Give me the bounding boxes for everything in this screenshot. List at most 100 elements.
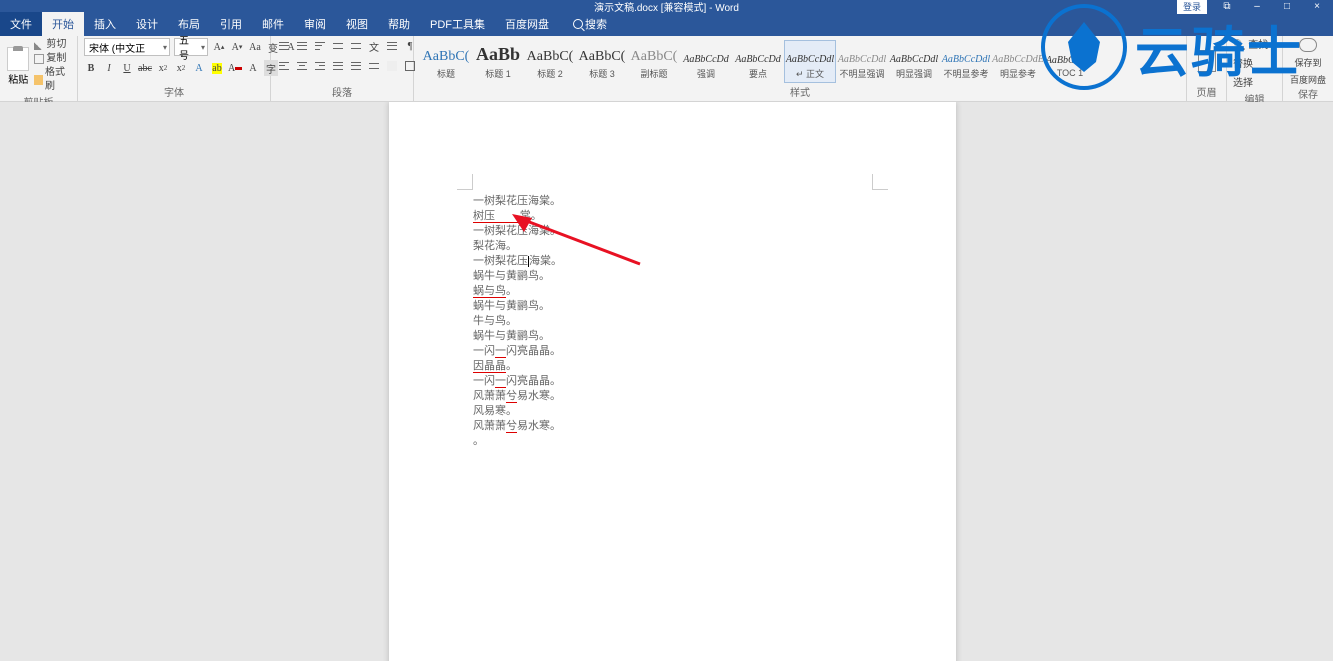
- align-right-button[interactable]: [313, 59, 327, 73]
- bullet-list-button[interactable]: [277, 39, 291, 53]
- decrease-font-button[interactable]: A▾: [230, 39, 244, 55]
- search-label: 搜索: [585, 16, 607, 32]
- text-effects-button[interactable]: A: [192, 60, 206, 76]
- font-family-dropdown[interactable]: 宋体 (中文正: [84, 38, 170, 56]
- style-item-标题-3[interactable]: AaBbC( 标题 3: [576, 40, 628, 83]
- style-name-label: 明显参考: [993, 67, 1043, 80]
- style-item-强调[interactable]: AaBbCcDd 强调: [680, 40, 732, 83]
- paste-label: 粘贴: [6, 71, 30, 86]
- annotation-arrow: [510, 212, 650, 272]
- format-painter-button[interactable]: 格式刷: [34, 66, 71, 94]
- font-group-label: 字体: [84, 84, 264, 101]
- brush-icon: [34, 75, 43, 85]
- style-preview: AaBbCcDdl: [837, 43, 887, 65]
- style-item-不明显参考[interactable]: AaBbCcDdl 不明显参考: [940, 40, 992, 83]
- copy-button[interactable]: 复制: [34, 52, 71, 66]
- superscript-button[interactable]: x2: [174, 60, 188, 76]
- style-preview: AaBb: [473, 43, 523, 65]
- group-font: 宋体 (中文正 五号 A▴ A▾ Aa 变 A B I U abc x2 x2 …: [78, 36, 271, 101]
- group-paragraph: 文 ¶ 段落: [271, 36, 414, 101]
- tab-home[interactable]: 开始: [42, 12, 84, 36]
- style-preview: AaBbCcDdE: [993, 43, 1043, 65]
- style-name-label: 标题 3: [577, 67, 627, 80]
- font-size-dropdown[interactable]: 五号: [174, 38, 208, 56]
- change-case-button[interactable]: Aa: [248, 39, 262, 55]
- multilevel-list-button[interactable]: [313, 39, 327, 53]
- line-spacing-button[interactable]: [367, 59, 381, 73]
- tab-view[interactable]: 视图: [336, 12, 378, 36]
- tab-review[interactable]: 审阅: [294, 12, 336, 36]
- style-item-标题-2[interactable]: AaBbC( 标题 2: [524, 40, 576, 83]
- justify-button[interactable]: [331, 59, 345, 73]
- tab-mailings[interactable]: 邮件: [252, 12, 294, 36]
- align-center-button[interactable]: [295, 59, 309, 73]
- style-item-↵-正文[interactable]: AaBbCcDdl↵ 正文: [784, 40, 836, 83]
- tab-pdf-tools[interactable]: PDF工具集: [420, 12, 495, 36]
- decrease-indent-button[interactable]: [331, 39, 345, 53]
- align-left-button[interactable]: [277, 59, 291, 73]
- close-button[interactable]: ×: [1307, 1, 1327, 12]
- style-item-明显参考[interactable]: AaBbCcDdE 明显参考: [992, 40, 1044, 83]
- tab-insert[interactable]: 插入: [84, 12, 126, 36]
- margin-mark-icon: [872, 174, 888, 190]
- increase-font-button[interactable]: A▴: [212, 39, 226, 55]
- tab-references[interactable]: 引用: [210, 12, 252, 36]
- increase-indent-button[interactable]: [349, 39, 363, 53]
- tab-design[interactable]: 设计: [126, 12, 168, 36]
- asian-layout-button[interactable]: 文: [367, 38, 381, 54]
- paragraph-group-label: 段落: [277, 84, 407, 101]
- document-canvas[interactable]: 一树梨花压海棠。树压 棠。一树梨花压海棠。梨花海。一树梨花压海棠。蜗牛与黄鹂鸟。…: [0, 102, 1333, 661]
- distribute-button[interactable]: [349, 59, 363, 73]
- style-preview: AaBbCcDd: [733, 43, 783, 65]
- style-preview: AaBbCcDd: [681, 43, 731, 65]
- numbered-list-button[interactable]: [295, 39, 309, 53]
- style-name-label: 副标题: [629, 67, 679, 80]
- style-preview: AaBbC(: [577, 43, 627, 65]
- style-preview: AaBbCcDdl: [889, 43, 939, 65]
- style-name-label: 要点: [733, 67, 783, 80]
- shading-button[interactable]: [385, 58, 399, 74]
- copy-icon: [34, 54, 44, 64]
- search-icon: [573, 19, 583, 29]
- style-name-label: 强调: [681, 67, 731, 80]
- subscript-button[interactable]: x2: [156, 60, 170, 76]
- style-name-label: 不明显参考: [941, 67, 991, 80]
- tab-help[interactable]: 帮助: [378, 12, 420, 36]
- style-preview: AaBbC(: [421, 43, 471, 65]
- style-preview: AaBbC(: [525, 43, 575, 65]
- paste-button[interactable]: 粘贴: [6, 47, 30, 86]
- document-title: 演示文稿.docx [兼容模式] - Word: [594, 0, 739, 14]
- margin-mark-icon: [457, 174, 473, 190]
- group-clipboard: 粘贴 剪切 复制 格式刷 剪贴板: [0, 36, 78, 101]
- style-item-副标题[interactable]: AaBbC( 副标题: [628, 40, 680, 83]
- style-item-不明显强调[interactable]: AaBbCcDdl 不明显强调: [836, 40, 888, 83]
- style-item-明显强调[interactable]: AaBbCcDdl明显强调: [888, 40, 940, 83]
- style-name-label: 不明显强调: [837, 67, 887, 80]
- font-color-button[interactable]: A: [228, 60, 242, 76]
- underline-button[interactable]: U: [120, 60, 134, 76]
- highlight-button[interactable]: ab: [210, 60, 224, 76]
- tab-file[interactable]: 文件: [0, 12, 42, 36]
- char-border-button[interactable]: A: [246, 60, 260, 76]
- sort-button[interactable]: [385, 39, 399, 53]
- style-preview: AaBbCcDdl: [941, 43, 991, 65]
- tab-baidu-disk[interactable]: 百度网盘: [495, 12, 559, 36]
- cut-button[interactable]: 剪切: [34, 38, 71, 52]
- style-name-label: ↵ 正文: [785, 67, 835, 80]
- style-name-label: 标题: [421, 67, 471, 80]
- knight-logo-icon: [1041, 4, 1127, 90]
- style-name-label: 标题 1: [473, 67, 523, 80]
- bold-button[interactable]: B: [84, 60, 98, 76]
- style-item-标题[interactable]: AaBbC( 标题: [420, 40, 472, 83]
- strikethrough-button[interactable]: abc: [138, 60, 152, 76]
- style-item-要点[interactable]: AaBbCcDd 要点: [732, 40, 784, 83]
- paste-icon: [7, 47, 29, 71]
- italic-button[interactable]: I: [102, 60, 116, 76]
- style-item-标题-1[interactable]: AaBb 标题 1: [472, 40, 524, 83]
- watermark-logo: 云骑士: [1041, 4, 1303, 90]
- document-page[interactable]: 一树梨花压海棠。树压 棠。一树梨花压海棠。梨花海。一树梨花压海棠。蜗牛与黄鹂鸟。…: [389, 102, 956, 661]
- style-name-label: 标题 2: [525, 67, 575, 80]
- scissors-icon: [34, 40, 44, 50]
- style-preview: AaBbC(: [629, 43, 679, 65]
- tab-search[interactable]: 搜索: [563, 12, 617, 36]
